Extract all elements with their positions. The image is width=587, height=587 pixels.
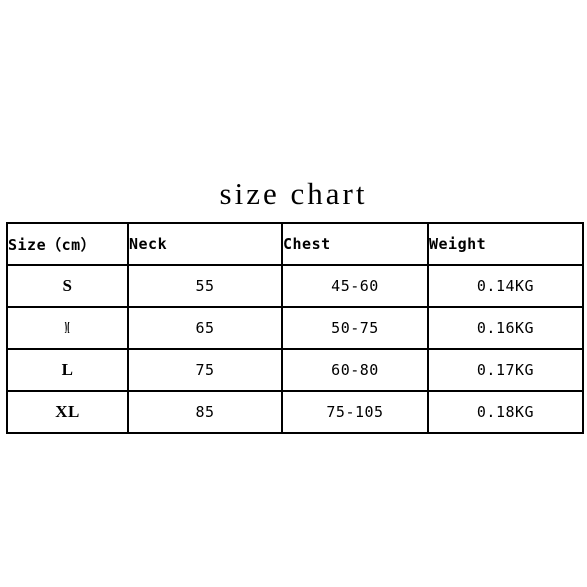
cell-chest-l: 60-80	[281, 348, 429, 392]
cell-size-xl: XL	[6, 390, 129, 434]
cell-chest-m: 50-75	[281, 306, 429, 350]
column-header-neck: Neck	[127, 222, 283, 266]
table-row: S 55 45-60 0.14KG	[6, 264, 584, 308]
cell-chest-s: 45-60	[281, 264, 429, 308]
cell-chest-xl: 75-105	[281, 390, 429, 434]
column-header-size: Size（cm）	[6, 222, 129, 266]
cell-size-l: L	[6, 348, 129, 392]
table-row: M 65 50-75 0.16KG	[6, 306, 584, 350]
cell-weight-xl: 0.18KG	[427, 390, 584, 434]
table-row: L 75 60-80 0.17KG	[6, 348, 584, 392]
size-chart-table-container: Size（cm） Neck Chest Weight S 55 45-60 0.…	[6, 222, 584, 434]
cell-weight-s: 0.14KG	[427, 264, 584, 308]
table-header-row: Size（cm） Neck Chest Weight	[6, 222, 584, 266]
cell-neck-s: 55	[127, 264, 283, 308]
size-chart-table: Size（cm） Neck Chest Weight S 55 45-60 0.…	[6, 222, 584, 434]
cell-neck-xl: 85	[127, 390, 283, 434]
table-row: XL 85 75-105 0.18KG	[6, 390, 584, 434]
page-title: size chart	[219, 176, 368, 211]
column-header-weight: Weight	[427, 222, 584, 266]
size-chart-page: size chart Size（cm） Neck Chest Weight S …	[0, 0, 587, 587]
column-header-chest: Chest	[281, 222, 429, 266]
cell-size-m-label: M	[65, 318, 70, 337]
cell-neck-m: 65	[127, 306, 283, 350]
cell-weight-l: 0.17KG	[427, 348, 584, 392]
cell-weight-m: 0.16KG	[427, 306, 584, 350]
cell-size-m: M	[6, 306, 129, 350]
cell-neck-l: 75	[127, 348, 283, 392]
cell-size-s: S	[6, 264, 129, 308]
